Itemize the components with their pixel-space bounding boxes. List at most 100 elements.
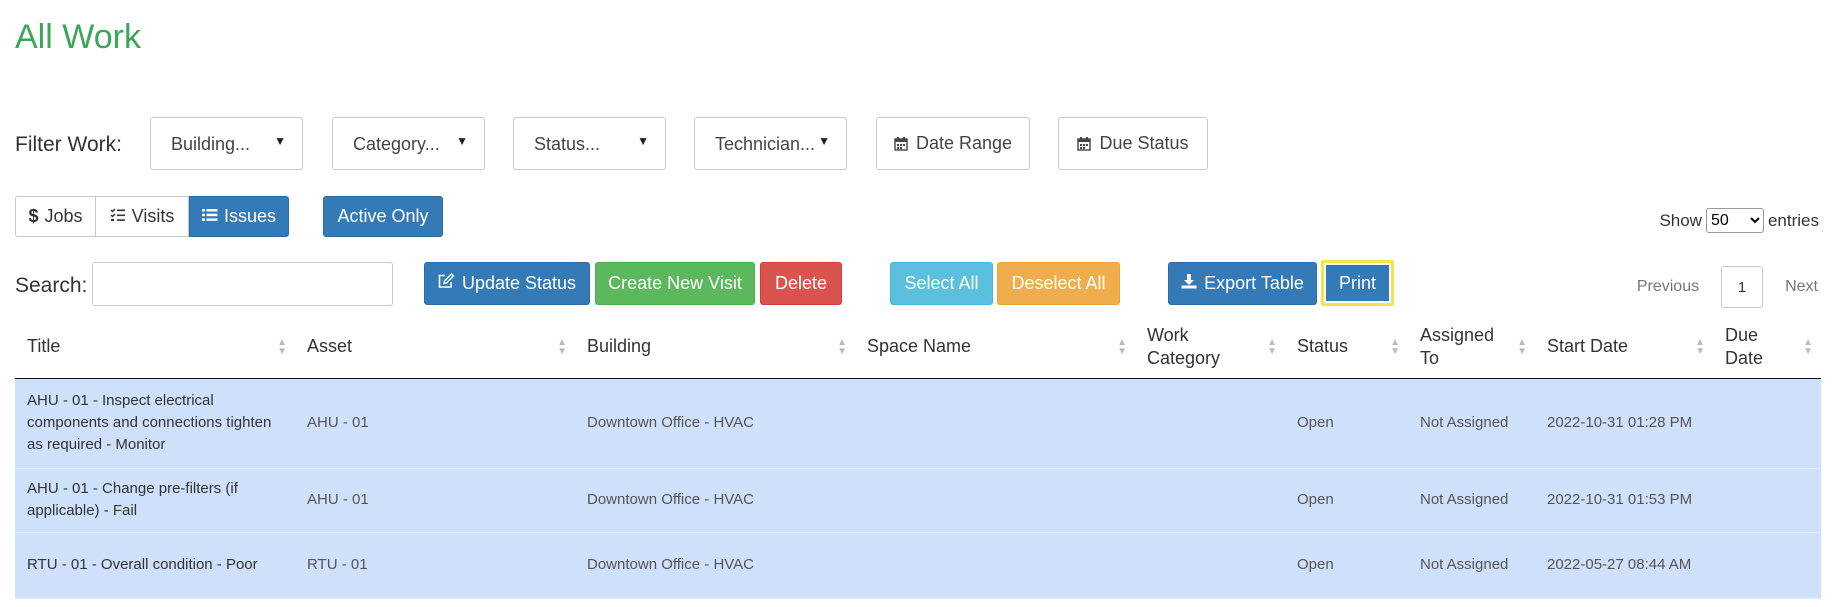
cell-assigned-to: Not Assigned [1408, 532, 1535, 598]
column-header-status[interactable]: Status ▲ ▼ [1285, 316, 1408, 379]
tab-issues[interactable]: Issues [189, 196, 289, 237]
building-filter-label: Building... [171, 134, 251, 154]
category-filter-label: Category... [353, 134, 440, 154]
cell-due-date [1713, 468, 1821, 532]
status-filter-label: Status... [534, 134, 601, 154]
page-title: All Work [15, 18, 141, 56]
cell-building: Downtown Office - HVAC [575, 378, 855, 468]
sort-icon: ▲ ▼ [1517, 336, 1527, 357]
sort-icon: ▲ ▼ [1267, 336, 1277, 357]
cell-status: Open [1285, 378, 1408, 468]
caret-down-icon: ▼ [274, 134, 286, 148]
sort-icon: ▲ ▼ [277, 336, 287, 357]
column-header-title[interactable]: Title ▲ ▼ [15, 316, 295, 379]
print-button[interactable]: Print [1326, 265, 1389, 301]
table-row[interactable]: AHU - 01 - Change pre-filters (if applic… [15, 468, 1821, 532]
work-table: Title ▲ ▼ Asset ▲ ▼ Building ▲ ▼ Space Name ▲ ▼ … [15, 316, 1821, 599]
list-icon [201, 206, 218, 227]
cell-due-date [1713, 532, 1821, 598]
cell-space-name [855, 468, 1135, 532]
status-filter-dropdown[interactable]: Status... ▼ [513, 117, 666, 170]
cell-asset: AHU - 01 [295, 468, 575, 532]
update-status-label: Update Status [461, 273, 577, 293]
work-type-tabs: $ Jobs Visits Issues [15, 196, 289, 237]
previous-page-button[interactable]: Previous [1637, 278, 1699, 296]
cell-due-date [1713, 378, 1821, 468]
cell-title: AHU - 01 - Change pre-filters (if applic… [15, 468, 295, 532]
delete-button[interactable]: Delete [760, 262, 842, 305]
column-header-building[interactable]: Building ▲ ▼ [575, 316, 855, 379]
sort-icon: ▲ ▼ [1695, 336, 1705, 357]
cell-title: RTU - 01 - Overall condition - Poor [15, 532, 295, 598]
date-range-button[interactable]: Date Range [876, 117, 1030, 170]
entries-per-page-select[interactable]: 50 [1705, 208, 1764, 233]
pagination: Previous 1 Next [1637, 266, 1818, 308]
column-header-assigned-to[interactable]: Assigned To ▲ ▼ [1408, 316, 1535, 379]
sort-icon: ▲ ▼ [557, 336, 567, 357]
building-filter-dropdown[interactable]: Building... ▼ [150, 117, 303, 170]
column-header-start-date[interactable]: Start Date ▲ ▼ [1535, 316, 1713, 379]
cell-assigned-to: Not Assigned [1408, 468, 1535, 532]
export-table-button[interactable]: Export Table [1168, 262, 1317, 305]
edit-icon [438, 273, 455, 294]
sort-icon: ▲ ▼ [1390, 336, 1400, 357]
cell-work-category [1135, 378, 1285, 468]
technician-filter-dropdown[interactable]: Technician... ▼ [694, 117, 847, 170]
dollar-icon: $ [28, 206, 39, 226]
tab-jobs-label: Jobs [44, 206, 83, 226]
cell-asset: AHU - 01 [295, 378, 575, 468]
checklist-icon [110, 206, 126, 227]
sort-icon: ▲ ▼ [1803, 336, 1813, 357]
column-header-work-category[interactable]: Work Category ▲ ▼ [1135, 316, 1285, 379]
sort-icon: ▲ ▼ [1117, 336, 1127, 357]
cell-title: AHU - 01 - Inspect electrical components… [15, 378, 295, 468]
entries-label: entries [1767, 210, 1819, 230]
cell-building: Downtown Office - HVAC [575, 532, 855, 598]
calendar-icon [894, 136, 908, 151]
tab-visits-label: Visits [131, 206, 175, 226]
cell-building: Downtown Office - HVAC [575, 468, 855, 532]
cell-work-category [1135, 532, 1285, 598]
tab-jobs[interactable]: $ Jobs [15, 196, 96, 237]
column-header-space-name[interactable]: Space Name ▲ ▼ [855, 316, 1135, 379]
caret-down-icon: ▼ [818, 134, 830, 148]
cell-start-date: 2022-05-27 08:44 AM [1535, 532, 1713, 598]
update-status-button[interactable]: Update Status [424, 262, 590, 305]
date-range-label: Date Range [915, 133, 1013, 153]
calendar-icon [1077, 136, 1092, 151]
cell-start-date: 2022-10-31 01:53 PM [1535, 468, 1713, 532]
search-input[interactable] [92, 262, 393, 306]
next-page-button[interactable]: Next [1785, 278, 1818, 296]
create-new-visit-button[interactable]: Create New Visit [595, 262, 755, 305]
table-row[interactable]: RTU - 01 - Overall condition - Poor RTU … [15, 532, 1821, 598]
column-header-due-date[interactable]: Due Date ▲ ▼ [1713, 316, 1821, 379]
technician-filter-label: Technician... [715, 134, 816, 154]
cell-assigned-to: Not Assigned [1408, 378, 1535, 468]
print-button-focus-ring: Print [1321, 260, 1394, 306]
page-number-button[interactable]: 1 [1721, 266, 1764, 308]
due-status-label: Due Status [1099, 133, 1189, 153]
table-header-row: Title ▲ ▼ Asset ▲ ▼ Building ▲ ▼ Space Name ▲ ▼ … [15, 316, 1821, 379]
caret-down-icon: ▼ [456, 134, 468, 148]
select-all-button[interactable]: Select All [890, 262, 993, 305]
show-entries: Show 50 entries [1659, 208, 1819, 233]
due-status-button[interactable]: Due Status [1058, 117, 1208, 170]
column-header-asset[interactable]: Asset ▲ ▼ [295, 316, 575, 379]
tab-visits[interactable]: Visits [96, 196, 189, 237]
filter-label: Filter Work: [15, 133, 122, 156]
show-label: Show [1659, 210, 1702, 230]
cell-space-name [855, 378, 1135, 468]
cell-status: Open [1285, 468, 1408, 532]
sort-icon: ▲ ▼ [837, 336, 847, 357]
deselect-all-button[interactable]: Deselect All [997, 262, 1120, 305]
export-table-label: Export Table [1204, 273, 1304, 293]
download-icon [1181, 273, 1197, 294]
category-filter-dropdown[interactable]: Category... ▼ [332, 117, 485, 170]
table-row[interactable]: AHU - 01 - Inspect electrical components… [15, 378, 1821, 468]
tab-issues-label: Issues [223, 206, 277, 226]
cell-asset: RTU - 01 [295, 532, 575, 598]
cell-start-date: 2022-10-31 01:28 PM [1535, 378, 1713, 468]
active-only-toggle[interactable]: Active Only [323, 196, 443, 237]
search-label: Search: [15, 274, 88, 297]
cell-space-name [855, 532, 1135, 598]
